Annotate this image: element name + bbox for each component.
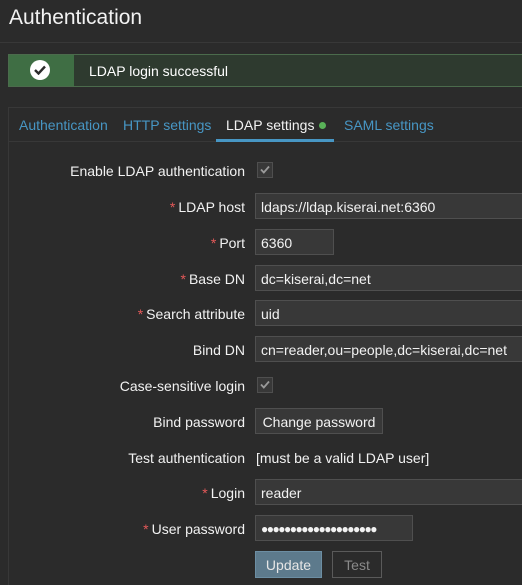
search-attribute-label: * Search attribute <box>138 306 245 322</box>
tab-http-settings[interactable]: HTTP settings <box>123 117 211 133</box>
row-port: * Port 6360 <box>9 229 522 255</box>
message-icon-box <box>9 55 74 86</box>
enable-ldap-label: Enable LDAP authentication <box>70 163 245 179</box>
ldap-settings-panel: Authentication HTTP settings LDAP settin… <box>8 107 522 585</box>
row-enable-ldap: Enable LDAP authentication <box>9 157 522 183</box>
ldap-host-label: * LDAP host <box>170 199 245 215</box>
checkmark-icon <box>260 380 270 389</box>
success-message: LDAP login successful <box>8 54 522 87</box>
row-base-dn: * Base DN dc=kiserai,dc=net <box>9 265 522 291</box>
row-ldap-host: * LDAP host ldaps://ldap.kiserai.net:6360 <box>9 193 522 219</box>
tab-ldap-settings[interactable]: LDAP settings <box>226 117 327 133</box>
tab-bar: Authentication HTTP settings LDAP settin… <box>9 108 522 142</box>
row-user-password: * User password ●●●●●●●●●●●●●●●●●●●● <box>9 515 522 541</box>
row-test-authentication: Test authentication [must be a valid LDA… <box>9 444 522 470</box>
row-search-attribute: * Search attribute uid <box>9 300 522 326</box>
ldap-host-label-text: LDAP host <box>178 199 245 215</box>
test-button[interactable]: Test <box>332 551 382 578</box>
user-password-label-text: User password <box>151 521 245 537</box>
page-title: Authentication <box>9 6 143 29</box>
required-marker: * <box>143 521 149 537</box>
base-dn-input[interactable]: dc=kiserai,dc=net <box>255 265 522 291</box>
user-password-label: * User password <box>143 521 245 537</box>
login-label-text: Login <box>210 485 245 501</box>
search-attribute-label-text: Search attribute <box>146 306 245 322</box>
required-marker: * <box>210 235 217 251</box>
bind-dn-label: Bind DN <box>192 342 245 358</box>
tab-authentication[interactable]: Authentication <box>19 117 108 133</box>
check-circle-icon <box>30 60 50 80</box>
port-label-text: Port <box>219 235 245 251</box>
search-attribute-input[interactable]: uid <box>255 300 522 326</box>
user-password-input[interactable]: ●●●●●●●●●●●●●●●●●●●● <box>255 515 413 541</box>
ldap-host-input[interactable]: ldaps://ldap.kiserai.net:6360 <box>255 193 522 219</box>
enable-ldap-checkbox[interactable] <box>257 162 273 178</box>
port-input[interactable]: 6360 <box>255 229 334 255</box>
row-bind-dn: Bind DN cn=reader,ou=people,dc=kiserai,d… <box>9 336 522 362</box>
test-authentication-hint: [must be a valid LDAP user] <box>256 450 430 466</box>
row-actions: Update Test <box>9 551 522 578</box>
row-case-sensitive: Case-sensitive login <box>9 372 522 398</box>
tab-ldap-label: LDAP settings <box>226 117 315 133</box>
login-label: * Login <box>202 485 245 501</box>
tab-saml-settings[interactable]: SAML settings <box>344 117 434 133</box>
required-marker: * <box>202 485 208 501</box>
port-label: * Port <box>211 235 245 251</box>
change-password-button[interactable]: Change password <box>255 408 383 434</box>
base-dn-label-text: Base DN <box>188 271 245 287</box>
status-dot-icon <box>319 121 327 129</box>
active-tab-indicator <box>216 139 334 142</box>
login-input[interactable]: reader <box>255 479 522 505</box>
test-authentication-label: Test authentication <box>128 450 245 466</box>
required-marker: * <box>169 199 176 215</box>
bind-password-label: Bind password <box>153 414 245 430</box>
case-sensitive-checkbox[interactable] <box>257 377 273 393</box>
message-text: LDAP login successful <box>89 63 229 79</box>
row-bind-password: Bind password Change password <box>9 408 522 434</box>
update-button[interactable]: Update <box>255 551 322 578</box>
checkmark-icon <box>260 165 270 174</box>
bind-dn-input[interactable]: cn=reader,ou=people,dc=kiserai,dc=net <box>255 336 522 362</box>
required-marker: * <box>137 306 144 322</box>
row-login: * Login reader <box>9 479 522 505</box>
required-marker: * <box>180 271 186 287</box>
case-sensitive-label: Case-sensitive login <box>119 378 245 394</box>
page-header: Authentication <box>0 0 522 43</box>
base-dn-label: * Base DN <box>181 271 245 287</box>
